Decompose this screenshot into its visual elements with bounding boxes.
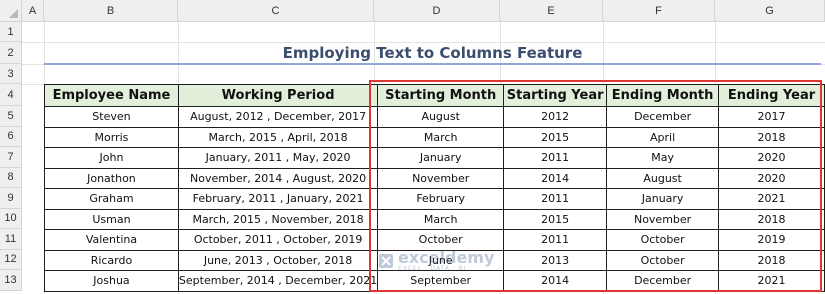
- cell-starting-month[interactable]: August: [377, 106, 505, 128]
- cell-starting-year[interactable]: 2012: [503, 106, 608, 128]
- cell-ending-month[interactable]: May: [606, 147, 720, 169]
- cell-starting-year[interactable]: 2014: [503, 270, 608, 292]
- sheet-title[interactable]: Employing Text to Columns Feature: [44, 42, 821, 64]
- table-row: Ricardo June, 2013 , October, 2018 June …: [44, 249, 825, 271]
- cell-starting-month[interactable]: September: [377, 270, 505, 292]
- cell-employee-name[interactable]: Valentina: [44, 229, 179, 251]
- cell-employee-name[interactable]: Ricardo: [44, 249, 179, 271]
- employee-table: Employee Name Working Period Starting Mo…: [44, 84, 825, 292]
- cell-working-period[interactable]: June, 2013 , October, 2018: [177, 249, 379, 271]
- cell-working-period[interactable]: November, 2014 , August, 2020: [177, 167, 379, 189]
- column-header-d[interactable]: D: [374, 0, 500, 22]
- row-header-2[interactable]: 2: [0, 42, 22, 64]
- cell-working-period[interactable]: September, 2014 , December, 2021: [177, 270, 379, 292]
- table-header-row: Employee Name Working Period Starting Mo…: [44, 84, 825, 107]
- header-starting-year[interactable]: Starting Year: [503, 84, 608, 107]
- column-header-a[interactable]: A: [22, 0, 44, 22]
- cell-ending-month[interactable]: October: [606, 229, 720, 251]
- cell-employee-name[interactable]: Steven: [44, 106, 179, 128]
- column-header-e[interactable]: E: [500, 0, 603, 22]
- cell-starting-month[interactable]: October: [377, 229, 505, 251]
- cell-employee-name[interactable]: Joshua: [44, 270, 179, 292]
- cell-starting-year[interactable]: 2011: [503, 147, 608, 169]
- table-row: John January, 2011 , May, 2020 January 2…: [44, 147, 825, 169]
- header-ending-month[interactable]: Ending Month: [606, 84, 720, 107]
- cell-working-period[interactable]: March, 2015 , April, 2018: [177, 126, 379, 148]
- cell-ending-month[interactable]: April: [606, 126, 720, 148]
- cell-ending-month[interactable]: August: [606, 167, 720, 189]
- header-employee-name[interactable]: Employee Name: [44, 84, 179, 107]
- cell-ending-month[interactable]: November: [606, 208, 720, 230]
- cell-working-period[interactable]: October, 2011 , October, 2019: [177, 229, 379, 251]
- cell-starting-month[interactable]: March: [377, 208, 505, 230]
- cell-working-period[interactable]: February, 2011 , January, 2021: [177, 188, 379, 210]
- cell-ending-year[interactable]: 2018: [718, 126, 825, 148]
- row-header-1[interactable]: 1: [0, 22, 22, 42]
- select-all-triangle-icon: [9, 9, 18, 18]
- cell-starting-month[interactable]: June: [377, 249, 505, 271]
- column-header-b[interactable]: B: [44, 0, 178, 22]
- row-header-5[interactable]: 5: [0, 106, 22, 127]
- table-row: Valentina October, 2011 , October, 2019 …: [44, 229, 825, 251]
- column-header-g[interactable]: G: [715, 0, 825, 22]
- cell-ending-year[interactable]: 2020: [718, 147, 825, 169]
- column-header-f[interactable]: F: [603, 0, 715, 22]
- cell-ending-month[interactable]: December: [606, 270, 720, 292]
- row-header-8[interactable]: 8: [0, 167, 22, 188]
- cell-starting-year[interactable]: 2015: [503, 208, 608, 230]
- row-header-4[interactable]: 4: [0, 84, 22, 106]
- table-row: Morris March, 2015 , April, 2018 March 2…: [44, 126, 825, 148]
- cell-starting-year[interactable]: 2015: [503, 126, 608, 148]
- header-starting-month[interactable]: Starting Month: [377, 84, 505, 107]
- cell-starting-year[interactable]: 2011: [503, 188, 608, 210]
- cell-working-period[interactable]: January, 2011 , May, 2020: [177, 147, 379, 169]
- header-working-period[interactable]: Working Period: [177, 84, 379, 107]
- cell-starting-year[interactable]: 2014: [503, 167, 608, 189]
- cell-ending-month[interactable]: December: [606, 106, 720, 128]
- row-header-7[interactable]: 7: [0, 147, 22, 168]
- cell-ending-year[interactable]: 2019: [718, 229, 825, 251]
- table-row: Jonathon November, 2014 , August, 2020 N…: [44, 167, 825, 189]
- cell-working-period[interactable]: March, 2015 , November, 2018: [177, 208, 379, 230]
- row-header-3[interactable]: 3: [0, 64, 22, 84]
- cell-starting-year[interactable]: 2013: [503, 249, 608, 271]
- cell-starting-year[interactable]: 2011: [503, 229, 608, 251]
- cell-ending-year[interactable]: 2021: [718, 188, 825, 210]
- cell-employee-name[interactable]: Usman: [44, 208, 179, 230]
- row-header-9[interactable]: 9: [0, 188, 22, 209]
- cell-ending-year[interactable]: 2021: [718, 270, 825, 292]
- cell-ending-month[interactable]: October: [606, 249, 720, 271]
- table-row: Steven August, 2012 , December, 2017 Aug…: [44, 106, 825, 128]
- cell-starting-month[interactable]: January: [377, 147, 505, 169]
- cell-ending-year[interactable]: 2020: [718, 167, 825, 189]
- row-header-10[interactable]: 10: [0, 208, 22, 229]
- header-ending-year[interactable]: Ending Year: [718, 84, 825, 107]
- title-underline: [44, 63, 821, 65]
- row-header-6[interactable]: 6: [0, 126, 22, 147]
- cell-ending-year[interactable]: 2018: [718, 249, 825, 271]
- cell-employee-name[interactable]: John: [44, 147, 179, 169]
- cell-ending-year[interactable]: 2017: [718, 106, 825, 128]
- cell-employee-name[interactable]: Graham: [44, 188, 179, 210]
- table-row: Usman March, 2015 , November, 2018 March…: [44, 208, 825, 230]
- table-row: Joshua September, 2014 , December, 2021 …: [44, 270, 825, 292]
- cell-employee-name[interactable]: Jonathon: [44, 167, 179, 189]
- cell-starting-month[interactable]: February: [377, 188, 505, 210]
- row-header-13[interactable]: 13: [0, 270, 22, 291]
- row-header-12[interactable]: 12: [0, 249, 22, 270]
- cell-employee-name[interactable]: Morris: [44, 126, 179, 148]
- select-all-button[interactable]: [0, 0, 22, 22]
- cell-starting-month[interactable]: March: [377, 126, 505, 148]
- column-header-c[interactable]: C: [178, 0, 374, 22]
- table-row: Graham February, 2011 , January, 2021 Fe…: [44, 188, 825, 210]
- cell-starting-month[interactable]: November: [377, 167, 505, 189]
- cell-ending-year[interactable]: 2018: [718, 208, 825, 230]
- cell-ending-month[interactable]: January: [606, 188, 720, 210]
- row-header-11[interactable]: 11: [0, 229, 22, 250]
- cell-working-period[interactable]: August, 2012 , December, 2017: [177, 106, 379, 128]
